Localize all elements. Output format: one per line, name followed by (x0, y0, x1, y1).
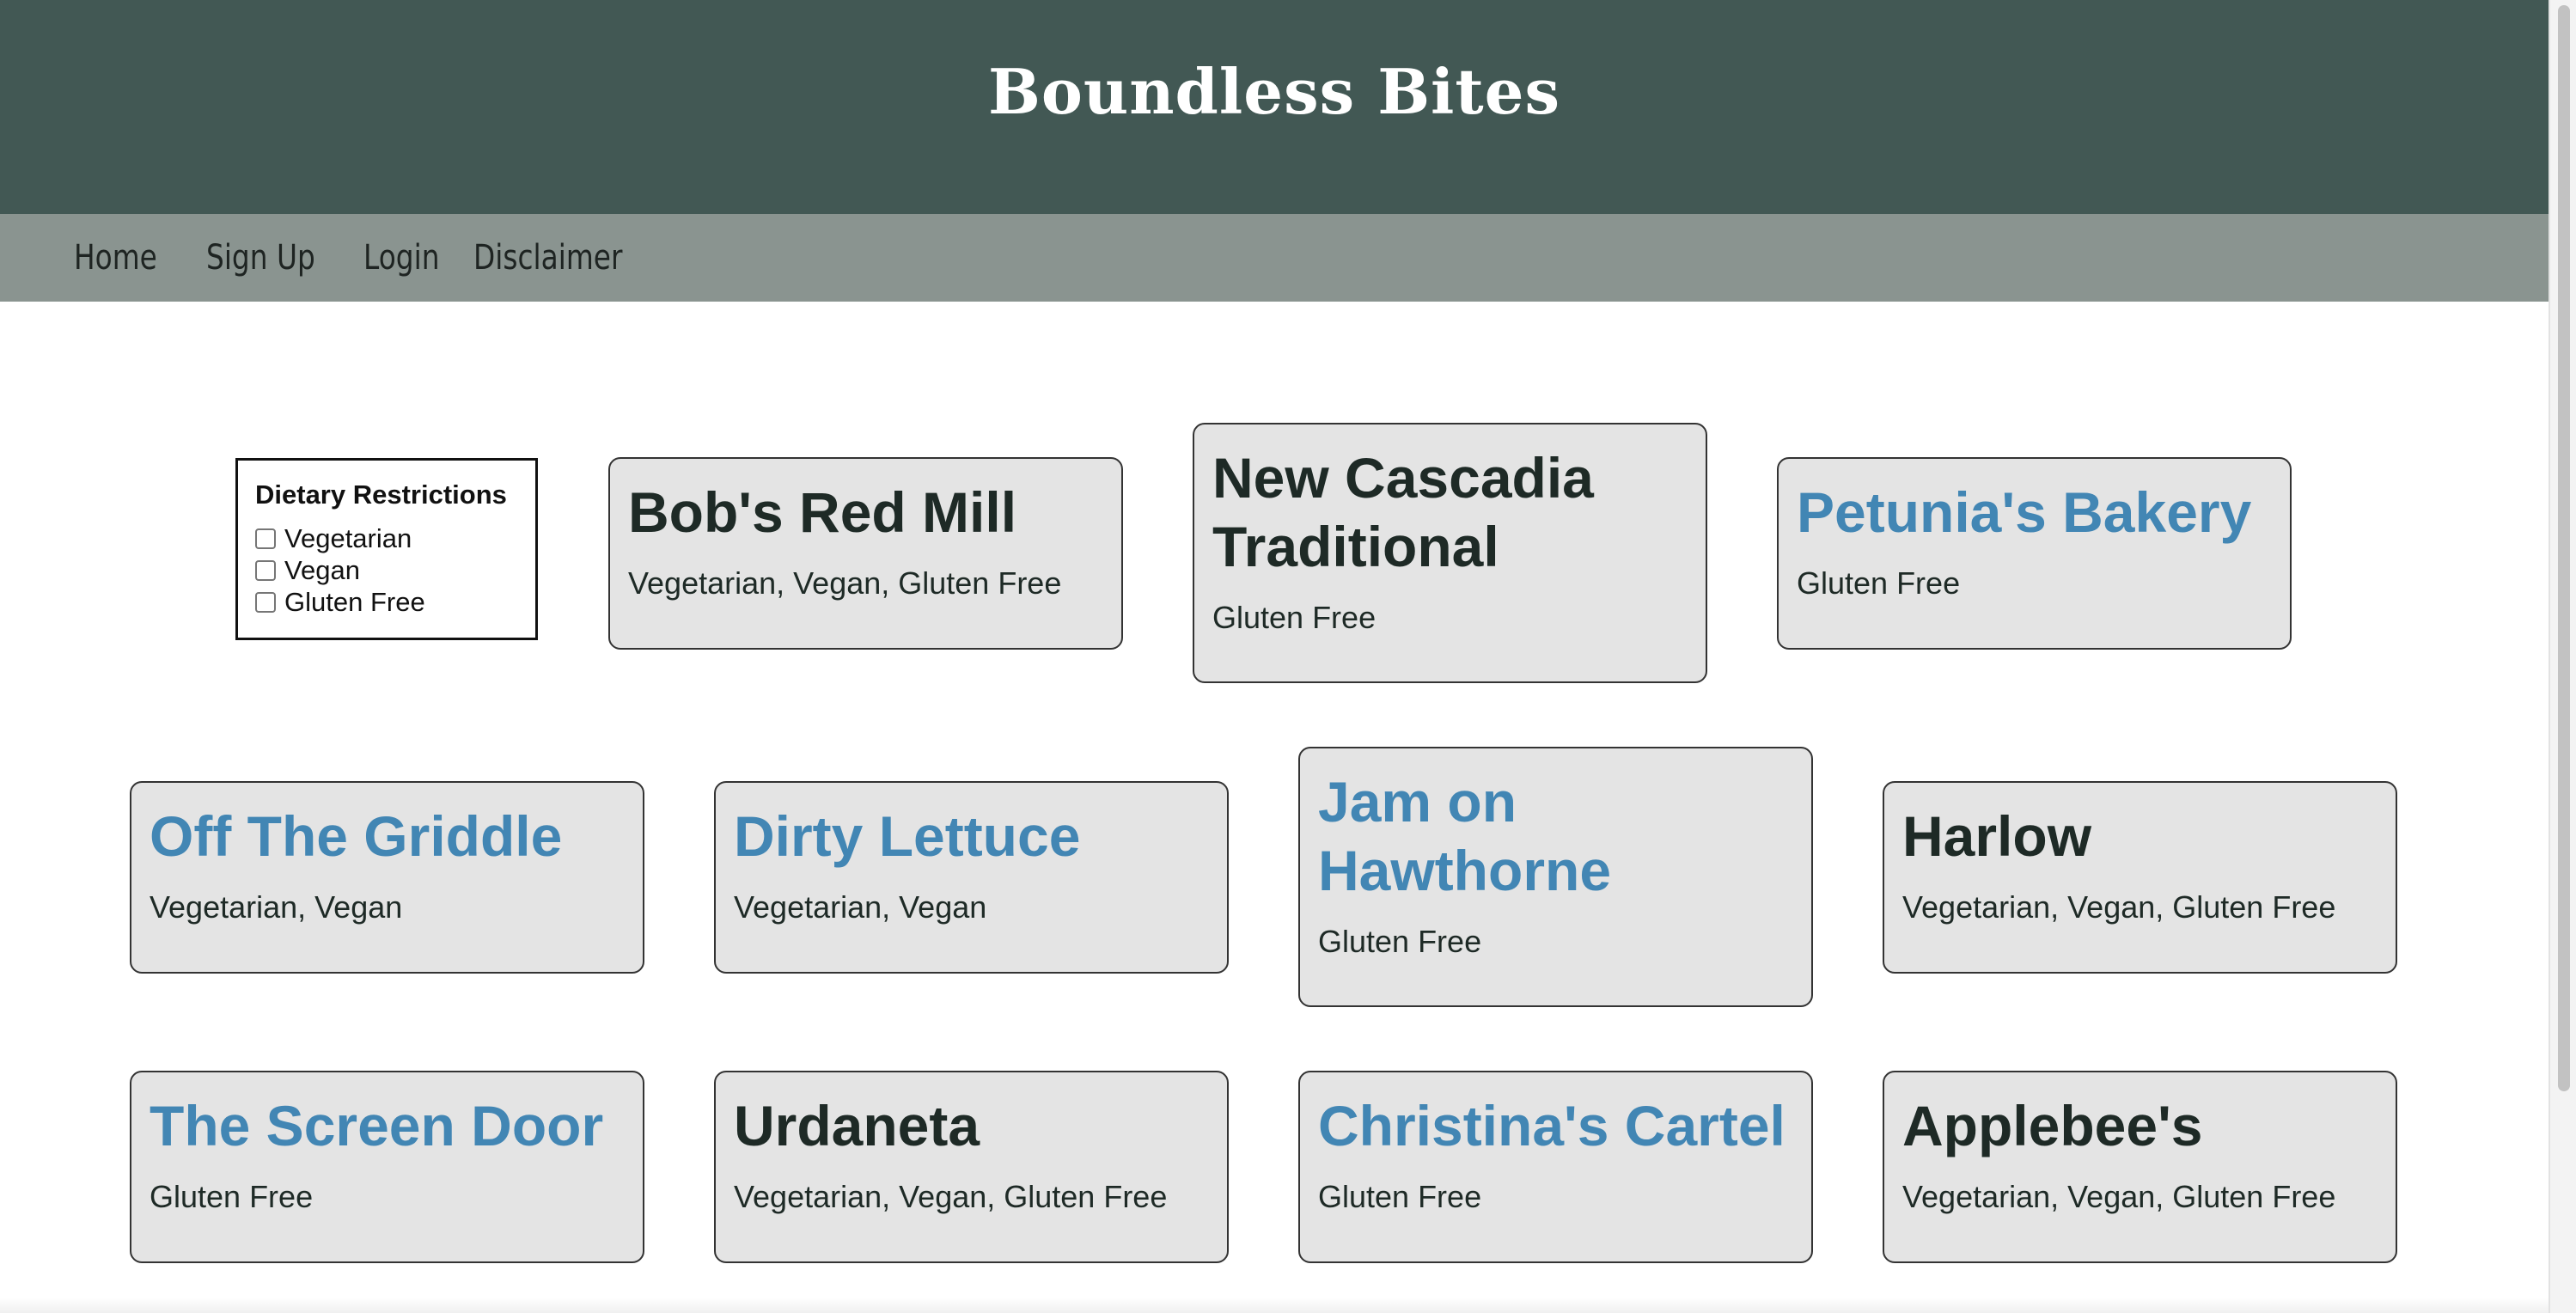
restaurant-tags: Gluten Free (1797, 565, 1961, 601)
filter-title: Dietary Restrictions (255, 479, 507, 510)
restaurant-name[interactable]: The Screen Door (150, 1091, 626, 1160)
restaurant-tags: Vegetarian, Vegan, Gluten Free (628, 565, 1062, 601)
filter-option-label: Vegan (284, 554, 360, 585)
gluten-free-checkbox[interactable] (255, 591, 276, 613)
vegetarian-checkbox[interactable] (255, 528, 276, 549)
vegan-checkbox[interactable] (255, 559, 276, 581)
restaurant-name: Bob's Red Mill (628, 480, 1017, 544)
restaurant-card: Jam on Hawthorne Gluten Free (1298, 747, 1813, 1007)
restaurant-card: Dirty Lettuce Vegetarian, Vegan (714, 781, 1229, 974)
restaurant-card: Bob's Red Mill Vegetarian, Vegan, Gluten… (608, 457, 1123, 650)
site-title: Boundless Bites (987, 55, 1561, 128)
restaurant-name[interactable]: Jam on Hawthorne (1318, 767, 1794, 905)
restaurant-name[interactable]: Christina's Cartel (1318, 1091, 1794, 1160)
restaurant-card: New Cascadia Traditional Gluten Free (1193, 423, 1707, 683)
site-header: Boundless Bites (0, 0, 2549, 214)
filter-option-label: Vegetarian (284, 522, 412, 553)
restaurant-name: Applebee's (1902, 1094, 2203, 1157)
nav-disclaimer[interactable]: Disclaimer (473, 238, 622, 278)
restaurant-name: New Cascadia Traditional (1212, 446, 1594, 578)
page: Boundless Bites Home Sign Up Login Discl… (0, 0, 2576, 1313)
filter-option-label: Gluten Free (284, 586, 425, 617)
restaurant-card: Christina's Cartel Gluten Free (1298, 1071, 1813, 1263)
nav-login[interactable]: Login (363, 238, 439, 278)
restaurant-name[interactable]: Petunia's Bakery (1797, 478, 2273, 547)
restaurant-tags: Gluten Free (150, 1179, 314, 1214)
restaurant-tags: Gluten Free (1318, 1179, 1482, 1214)
restaurant-card: Petunia's Bakery Gluten Free (1777, 457, 2292, 650)
restaurant-tags: Vegetarian, Vegan (150, 889, 403, 925)
vertical-scrollbar[interactable] (2549, 0, 2576, 1313)
scrollbar-thumb[interactable] (2558, 5, 2570, 1091)
restaurant-card: Harlow Vegetarian, Vegan, Gluten Free (1883, 781, 2397, 974)
dietary-filter-panel: Dietary Restrictions Vegetarian Vegan Gl… (235, 458, 538, 640)
restaurant-tags: Vegetarian, Vegan, Gluten Free (1902, 889, 2336, 925)
nav-home[interactable]: Home (74, 238, 157, 278)
page-bottom-edge (0, 1298, 2549, 1313)
restaurant-name[interactable]: Dirty Lettuce (734, 802, 1210, 870)
restaurant-card: Off The Griddle Vegetarian, Vegan (130, 781, 644, 974)
main-nav: Home Sign Up Login Disclaimer (0, 214, 2549, 302)
restaurant-tags: Vegetarian, Vegan, Gluten Free (1902, 1179, 2336, 1214)
restaurant-tags: Vegetarian, Vegan, Gluten Free (734, 1179, 1168, 1214)
filter-option-vegetarian[interactable]: Vegetarian (255, 522, 518, 554)
nav-sign-up[interactable]: Sign Up (206, 238, 315, 278)
restaurant-tags: Vegetarian, Vegan (734, 889, 987, 925)
restaurant-name[interactable]: Off The Griddle (150, 802, 626, 870)
restaurant-card: Applebee's Vegetarian, Vegan, Gluten Fre… (1883, 1071, 2397, 1263)
filter-option-vegan[interactable]: Vegan (255, 554, 518, 586)
restaurant-tags: Gluten Free (1212, 600, 1377, 635)
restaurant-name: Urdaneta (734, 1094, 980, 1157)
restaurant-tags: Gluten Free (1318, 924, 1482, 959)
restaurant-card: Urdaneta Vegetarian, Vegan, Gluten Free (714, 1071, 1229, 1263)
filter-option-gluten-free[interactable]: Gluten Free (255, 586, 518, 618)
restaurant-card: The Screen Door Gluten Free (130, 1071, 644, 1263)
restaurant-name: Harlow (1902, 804, 2092, 868)
